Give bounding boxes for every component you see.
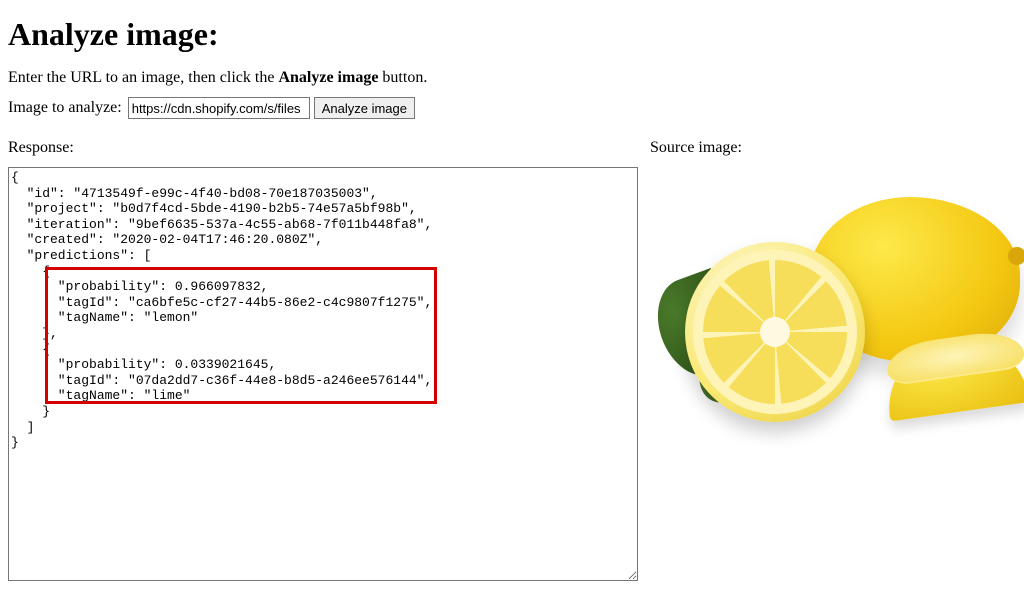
- analyze-form-row: Image to analyze: Analyze image: [8, 97, 1016, 119]
- image-url-input[interactable]: [128, 97, 310, 119]
- instruction-text: Enter the URL to an image, then click th…: [8, 69, 1016, 87]
- instruction-prefix: Enter the URL to an image, then click th…: [8, 69, 278, 86]
- response-textarea[interactable]: [8, 167, 638, 581]
- lemon-half: [685, 242, 865, 422]
- source-image: [650, 167, 1024, 437]
- instruction-suffix: button.: [378, 69, 427, 86]
- page-title: Analyze image:: [8, 16, 1016, 53]
- instruction-bold: Analyze image: [278, 69, 378, 86]
- response-label: Response:: [8, 139, 638, 157]
- lemon-wedge: [885, 342, 1024, 427]
- lemon-center: [760, 317, 790, 347]
- source-image-label: Source image:: [650, 139, 1024, 157]
- analyze-image-button[interactable]: Analyze image: [314, 97, 415, 119]
- image-url-label: Image to analyze:: [8, 99, 122, 117]
